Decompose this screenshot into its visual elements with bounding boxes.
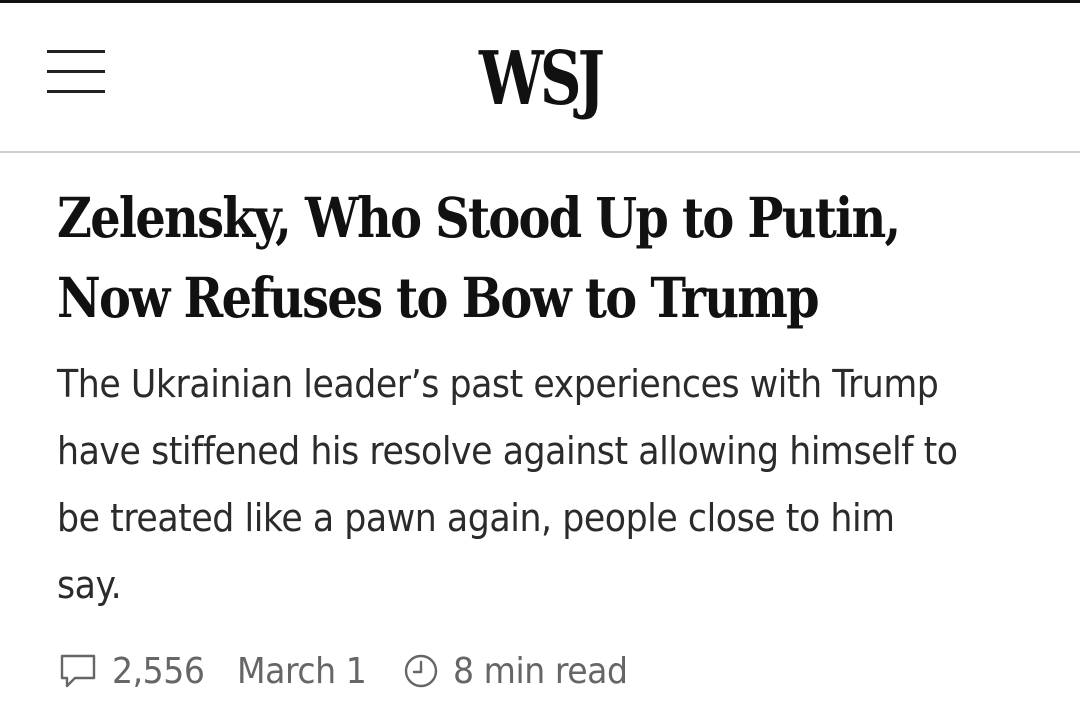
hamburger-menu-icon[interactable] xyxy=(47,47,105,99)
wsj-logo[interactable]: WSJ xyxy=(119,37,961,121)
comments-link[interactable]: 2,556 xyxy=(58,651,213,692)
publish-date: March 1 xyxy=(236,650,367,692)
menu-bar-top xyxy=(47,50,105,53)
site-header: WSJ xyxy=(0,3,1080,151)
headline-line-1: Zelensky, Who Stood Up to Putin, xyxy=(57,185,901,250)
comment-count: 2,556 xyxy=(112,650,205,692)
read-time: 8 min read xyxy=(453,650,628,692)
read-time-item: 8 min read xyxy=(403,651,643,692)
article-summary: The Ukrainian leader’s past experiences … xyxy=(57,362,958,607)
article-page: WSJ Zelensky, Who Stood Up to Putin, Now… xyxy=(0,0,1080,714)
publish-date-item: March 1 xyxy=(237,651,378,692)
comment-icon xyxy=(60,654,96,688)
menu-bar-middle xyxy=(47,70,105,73)
article-headline[interactable]: Zelensky, Who Stood Up to Putin, Now Ref… xyxy=(57,178,918,338)
header-divider xyxy=(0,151,1080,153)
clock-icon xyxy=(404,654,438,688)
menu-bar-bottom xyxy=(47,90,105,93)
headline-line-2: Now Refuses to Bow to Trump xyxy=(57,265,820,330)
article-meta: 2,556 March 1 8 min read xyxy=(58,646,643,696)
